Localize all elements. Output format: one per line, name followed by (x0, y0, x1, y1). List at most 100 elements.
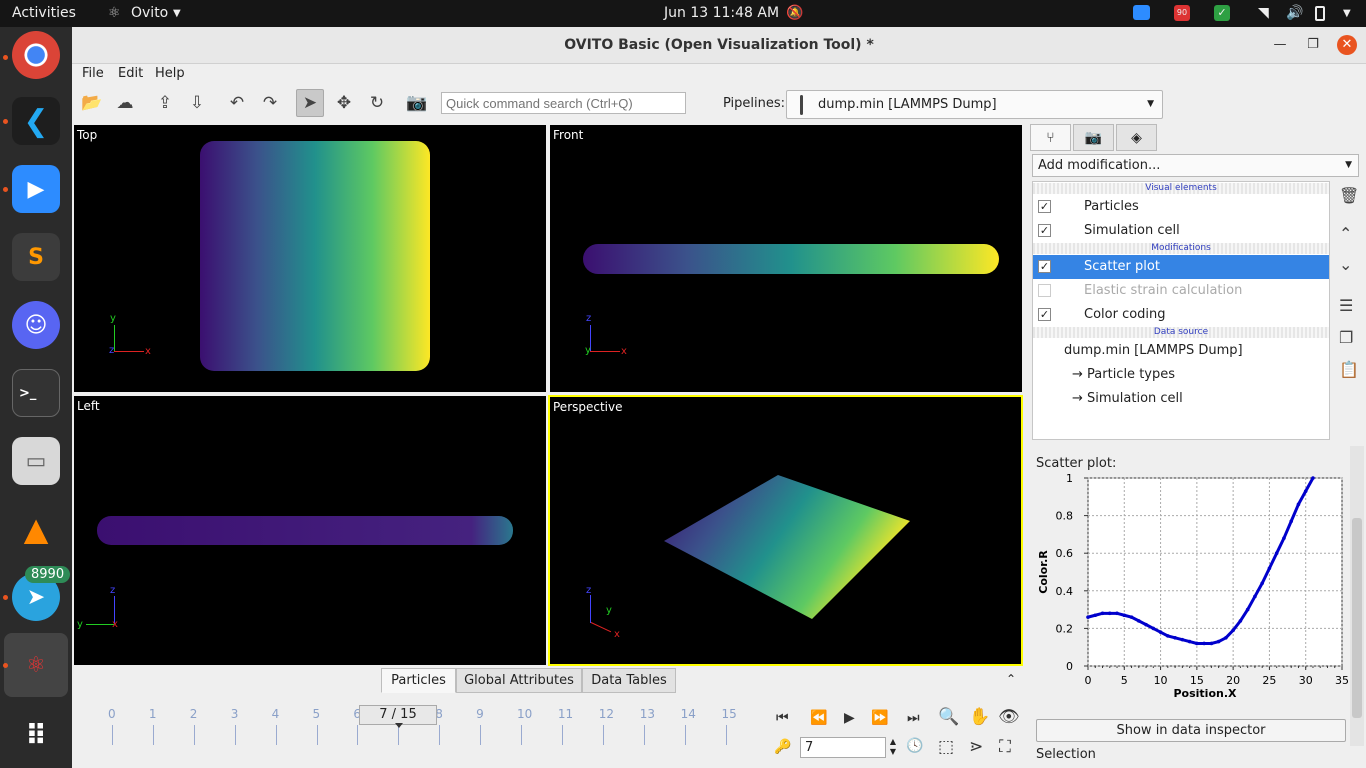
pipeline-item-simulation-cell[interactable]: ✓ Simulation cell (1033, 219, 1329, 243)
viewport-top[interactable]: Top y z x (74, 125, 546, 392)
next-frame-icon[interactable]: ⏩ (871, 710, 888, 726)
show-in-data-inspector-button[interactable]: Show in data inspector (1036, 719, 1346, 742)
import-icon[interactable]: ⇪ (151, 89, 179, 117)
move-up-icon[interactable]: ⌃ (1339, 224, 1352, 243)
checkbox[interactable] (1038, 284, 1051, 297)
pipeline-item-particle-types[interactable]: → Particle types (1033, 363, 1329, 387)
fov-icon[interactable]: ⋗ (969, 737, 983, 757)
redo-icon[interactable]: ↷ (256, 89, 284, 117)
orbit-icon[interactable]: 👁 (998, 707, 1020, 727)
pipeline-item-source-cell[interactable]: → Simulation cell (1033, 387, 1329, 411)
key-icon[interactable]: 🔑 (774, 739, 791, 755)
maximize-viewport-icon[interactable]: ⛶ (999, 737, 1011, 757)
copy-icon[interactable]: ❐ (1339, 328, 1353, 347)
clipboard-icon[interactable]: 📋 (1339, 360, 1359, 379)
export-icon[interactable]: ⇩ (183, 89, 211, 117)
group-icon[interactable]: ☰ (1339, 296, 1353, 315)
pan-icon[interactable]: ✋ (969, 707, 990, 727)
minimize-button[interactable]: — (1270, 35, 1290, 55)
axis-line (590, 351, 620, 352)
checkbox[interactable]: ✓ (1038, 308, 1051, 321)
chevron-up-icon[interactable]: ⌃ (1006, 672, 1016, 686)
menu-help[interactable]: Help (155, 66, 185, 81)
render-tab-icon[interactable]: 📷 (1073, 124, 1114, 151)
timeline-tick-label: 13 (639, 707, 655, 721)
menu-edit[interactable]: Edit (118, 66, 143, 81)
timeline-tick (439, 725, 441, 745)
viewport-perspective[interactable]: Perspective z y x (548, 395, 1023, 666)
checkbox[interactable]: ✓ (1038, 200, 1051, 213)
screenshot-icon[interactable]: 📷 (403, 89, 431, 117)
x-tick-label: 5 (1121, 674, 1128, 687)
battery-icon[interactable] (1315, 6, 1325, 21)
viewport-caption[interactable]: Left (77, 399, 100, 413)
menu-file[interactable]: File (82, 66, 104, 81)
rotate-mode-icon[interactable]: ↻ (363, 89, 391, 117)
move-down-icon[interactable]: ⌄ (1339, 255, 1352, 274)
viewport-caption[interactable]: Top (77, 128, 97, 142)
tab-data-tables[interactable]: Data Tables (582, 668, 676, 693)
overlays-tab-icon[interactable]: ◈ (1116, 124, 1157, 151)
zoom-tray-icon[interactable] (1133, 5, 1150, 20)
open-file-icon[interactable]: 📂 (78, 89, 106, 117)
section-modifications: Modifications (1033, 243, 1329, 254)
sublime-icon[interactable]: S (12, 233, 60, 281)
ovito-icon[interactable]: ⚛ (12, 641, 60, 689)
pipeline-item-source[interactable]: dump.min [LAMMPS Dump] (1033, 339, 1329, 363)
discord-icon[interactable]: ☺ (12, 301, 60, 349)
pipeline-selector[interactable]: dump.min [LAMMPS Dump] ▼ (786, 90, 1163, 119)
viewport-caption[interactable]: Front (553, 128, 583, 142)
current-frame-indicator[interactable]: 7 / 15 (359, 705, 437, 725)
zoom-scene-extents-icon[interactable]: ⬚ (938, 737, 954, 757)
vscode-icon[interactable]: ❮ (12, 97, 60, 145)
wifi-icon[interactable]: ◥ (1258, 5, 1269, 21)
play-icon[interactable]: ▶ (844, 710, 855, 726)
app-menu-button[interactable]: Ovito (131, 5, 168, 21)
maximize-button[interactable]: ❐ (1303, 35, 1323, 55)
close-button[interactable]: ✕ (1337, 35, 1357, 55)
animation-settings-icon[interactable]: 🕓 (906, 738, 923, 754)
zoom-icon[interactable]: 🔍 (938, 707, 959, 727)
terminal-icon[interactable]: >_ (12, 369, 60, 417)
pipeline-item-color-coding[interactable]: ✓ Color coding (1033, 303, 1329, 327)
timeline-tick (643, 725, 645, 745)
checkbox[interactable]: ✓ (1038, 224, 1051, 237)
previous-frame-icon[interactable]: ⏪ (810, 710, 827, 726)
data-point (1122, 613, 1127, 618)
pipeline-tab-icon[interactable]: ⑂ (1030, 124, 1071, 151)
last-frame-icon[interactable]: ⏭ (907, 710, 920, 726)
timeline-tick (521, 725, 522, 745)
power-menu-icon[interactable]: ▼ (1343, 8, 1351, 19)
pipeline-item-elastic-strain[interactable]: Elastic strain calculation (1033, 279, 1329, 303)
select-mode-icon[interactable]: ➤ (296, 89, 324, 117)
viewport-left[interactable]: Left z y x (74, 396, 546, 665)
show-apps-icon[interactable]: ⠿ (12, 711, 60, 759)
pipeline-item-scatter-plot[interactable]: ✓ Scatter plot (1033, 255, 1329, 279)
first-frame-icon[interactable]: ⏮ (776, 710, 789, 726)
check-tray-icon[interactable]: ✓ (1214, 5, 1230, 21)
clock[interactable]: Jun 13 11:48 AM (664, 5, 779, 21)
scrollbar-thumb[interactable] (1352, 518, 1362, 718)
spinner-arrows[interactable]: ▲ ▼ (886, 737, 900, 758)
undo-icon[interactable]: ↶ (223, 89, 251, 117)
chevron-down-icon[interactable]: ▼ (173, 8, 181, 19)
tab-particles[interactable]: Particles (381, 668, 456, 693)
checkbox[interactable]: ✓ (1038, 260, 1051, 273)
zoom-icon[interactable]: ▶ (12, 165, 60, 213)
delete-icon[interactable]: 🗑 (1339, 186, 1359, 205)
quick-command-search[interactable] (441, 92, 686, 114)
volume-icon[interactable]: 🔊 (1286, 5, 1303, 21)
tab-global-attributes[interactable]: Global Attributes (456, 668, 582, 693)
move-mode-icon[interactable]: ✥ (330, 89, 358, 117)
chrome-icon[interactable] (12, 31, 60, 79)
load-remote-icon[interactable]: ☁ (111, 89, 139, 117)
viewport-front[interactable]: Front z y x (550, 125, 1022, 392)
panel-scrollbar[interactable] (1350, 446, 1364, 746)
frame-spinner[interactable]: 7 (800, 737, 886, 758)
pipeline-item-particles[interactable]: ✓ Particles (1033, 195, 1329, 219)
files-icon[interactable]: ▭ (12, 437, 60, 485)
vlc-icon[interactable]: ▲ (12, 505, 60, 553)
activities-button[interactable]: Activities (12, 5, 76, 21)
add-modification-dropdown[interactable]: Add modification... ▼ (1032, 154, 1359, 177)
tray-badge-icon[interactable]: 90 (1174, 5, 1190, 21)
